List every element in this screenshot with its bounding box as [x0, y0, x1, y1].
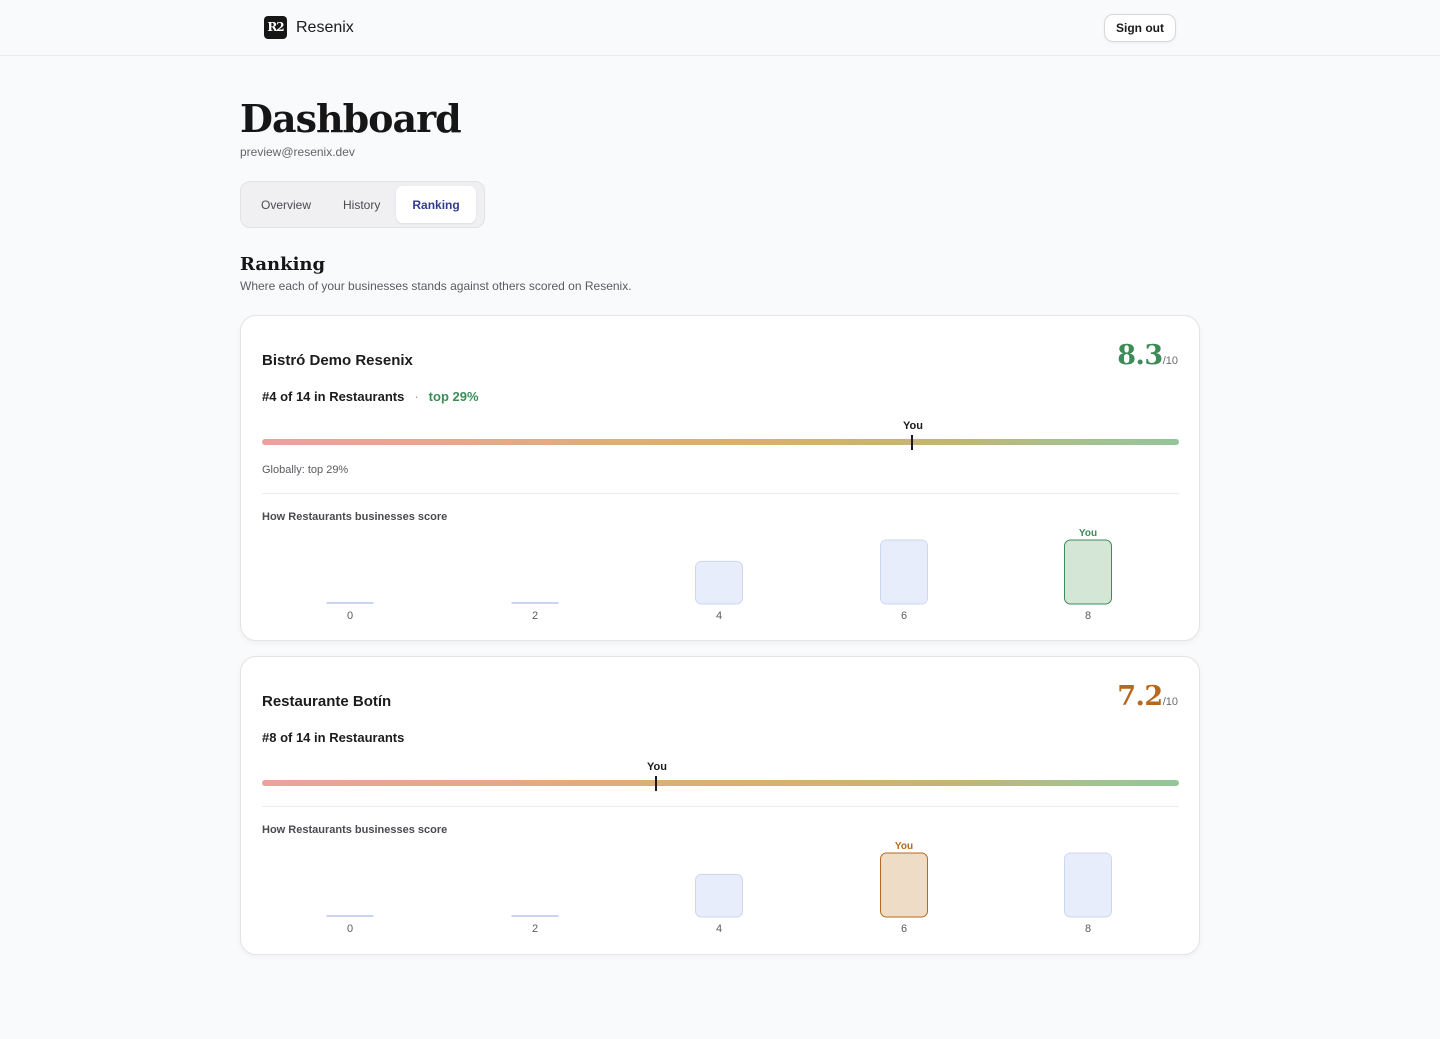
tab-history[interactable]: History	[327, 186, 396, 223]
tick-label-4: 4	[716, 923, 722, 935]
tab-ranking[interactable]: Ranking	[396, 186, 476, 223]
tick-label-6: 6	[901, 923, 907, 935]
you-marker	[911, 435, 913, 450]
rank-line: #4 of 14 in Restaurants · top 29%	[262, 389, 479, 404]
marker-label: You	[903, 420, 923, 432]
bar-8	[1064, 539, 1112, 605]
global-rank: Globally: top 29%	[262, 464, 349, 476]
score-value: 7.2	[1117, 681, 1163, 712]
tick-label-2: 2	[532, 610, 538, 622]
score-distribution-chart: 0 2 4 6 You 8	[326, 841, 1112, 935]
business-name: Bistró Demo Resenix	[262, 352, 413, 369]
you-bar-label: You	[1079, 528, 1097, 539]
top-bar: R2 Resenix Sign out	[0, 0, 1440, 56]
tab-bar: Overview History Ranking	[240, 181, 485, 228]
brand-name: Resenix	[296, 18, 354, 36]
divider	[262, 493, 1179, 494]
tick-label-4: 4	[716, 610, 722, 622]
score-distribution-chart: 0 2 4 6 8 You	[326, 528, 1112, 622]
tick-label-2: 2	[532, 923, 538, 935]
bar-4	[695, 873, 743, 918]
top-percent: top 29%	[428, 389, 479, 404]
divider	[262, 806, 1179, 807]
marker-label: You	[647, 761, 667, 773]
bar-0	[326, 602, 374, 604]
score-gradient-bar	[262, 780, 1179, 786]
logo-icon: R2	[264, 16, 287, 39]
you-bar-label: You	[895, 841, 913, 852]
section-title: Ranking	[240, 254, 326, 275]
rank-line: #8 of 14 in Restaurants	[262, 730, 404, 745]
sign-out-button[interactable]: Sign out	[1104, 14, 1176, 42]
tab-overview[interactable]: Overview	[245, 186, 327, 223]
separator: ·	[414, 389, 419, 404]
bar-4	[695, 560, 743, 605]
rank-text: #8 of 14 in Restaurants	[262, 730, 405, 745]
rank-text: #4 of 14 in Restaurants	[262, 389, 405, 404]
bar-2	[511, 915, 559, 917]
score: 7.2 /10	[1117, 681, 1178, 712]
bar-6	[880, 539, 928, 605]
bar-6	[880, 852, 928, 918]
tick-label-8: 8	[1085, 923, 1091, 935]
bar-0	[326, 915, 374, 917]
score-max: /10	[1162, 696, 1178, 708]
business-name: Restaurante Botín	[262, 693, 392, 710]
score-value: 8.3	[1117, 340, 1163, 371]
score-gradient-bar	[262, 439, 1179, 445]
user-email: preview@resenix.dev	[240, 145, 355, 159]
page-title: Dashboard	[240, 96, 462, 141]
tick-label-6: 6	[901, 610, 907, 622]
ranking-card: Bistró Demo Resenix 8.3 /10 #4 of 14 in …	[240, 315, 1200, 641]
ranking-card: Restaurante Botín 7.2 /10 #8 of 14 in Re…	[240, 656, 1200, 955]
score-max: /10	[1162, 355, 1178, 367]
you-marker	[655, 776, 657, 791]
section-subtitle: Where each of your businesses stands aga…	[240, 279, 632, 293]
tick-label-0: 0	[347, 610, 353, 622]
tick-label-0: 0	[347, 923, 353, 935]
brand[interactable]: R2 Resenix	[264, 16, 354, 39]
score: 8.3 /10	[1117, 340, 1178, 371]
bar-8	[1064, 852, 1112, 918]
tick-label-8: 8	[1085, 610, 1091, 622]
bar-2	[511, 602, 559, 604]
